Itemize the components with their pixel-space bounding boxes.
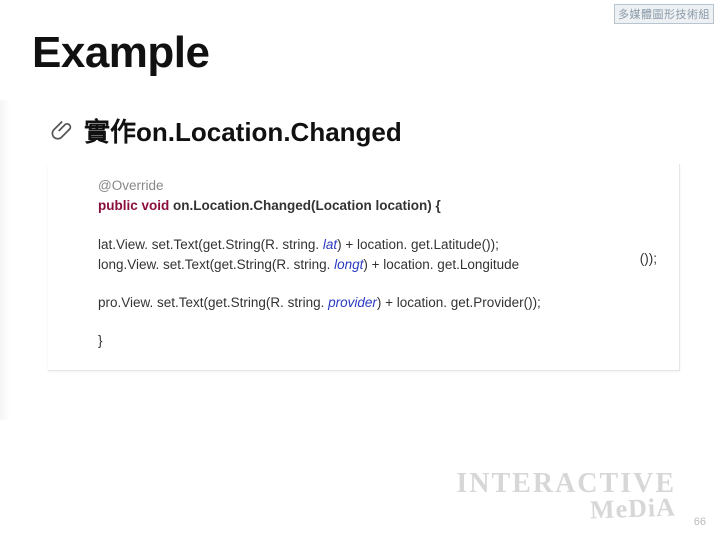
footer-brand: INTERACTIVE MeDiA [456, 471, 676, 522]
code-line-long: long.View. set.Text(get.String(R. string… [98, 255, 655, 275]
code-frag-long-tail: ()); [640, 249, 657, 269]
code-line-close: } [98, 331, 655, 351]
code-block: @Override public void on.Location.Change… [48, 164, 680, 371]
page-number: 66 [694, 516, 706, 528]
page-title: Example [32, 28, 209, 78]
subheading-text: 實作on.Location.Changed [84, 112, 402, 149]
code-line-signature: public void on.Location.Changed(Location… [98, 196, 655, 216]
paperclip-icon [50, 118, 76, 144]
code-wrap: @Override public void on.Location.Change… [48, 164, 680, 371]
code-line-provider: pro.View. set.Text(get.String(R. string.… [98, 293, 655, 313]
code-line-annotation: @Override [98, 176, 655, 196]
brand-bottom: MeDiA [590, 496, 677, 524]
org-badge: 多媒體圖形技術組 [614, 4, 714, 24]
code-line-lat: lat.View. set.Text(get.String(R. string.… [98, 235, 655, 255]
subheading-row: 實作on.Location.Changed [50, 112, 402, 149]
left-edge-shadow [0, 100, 10, 420]
